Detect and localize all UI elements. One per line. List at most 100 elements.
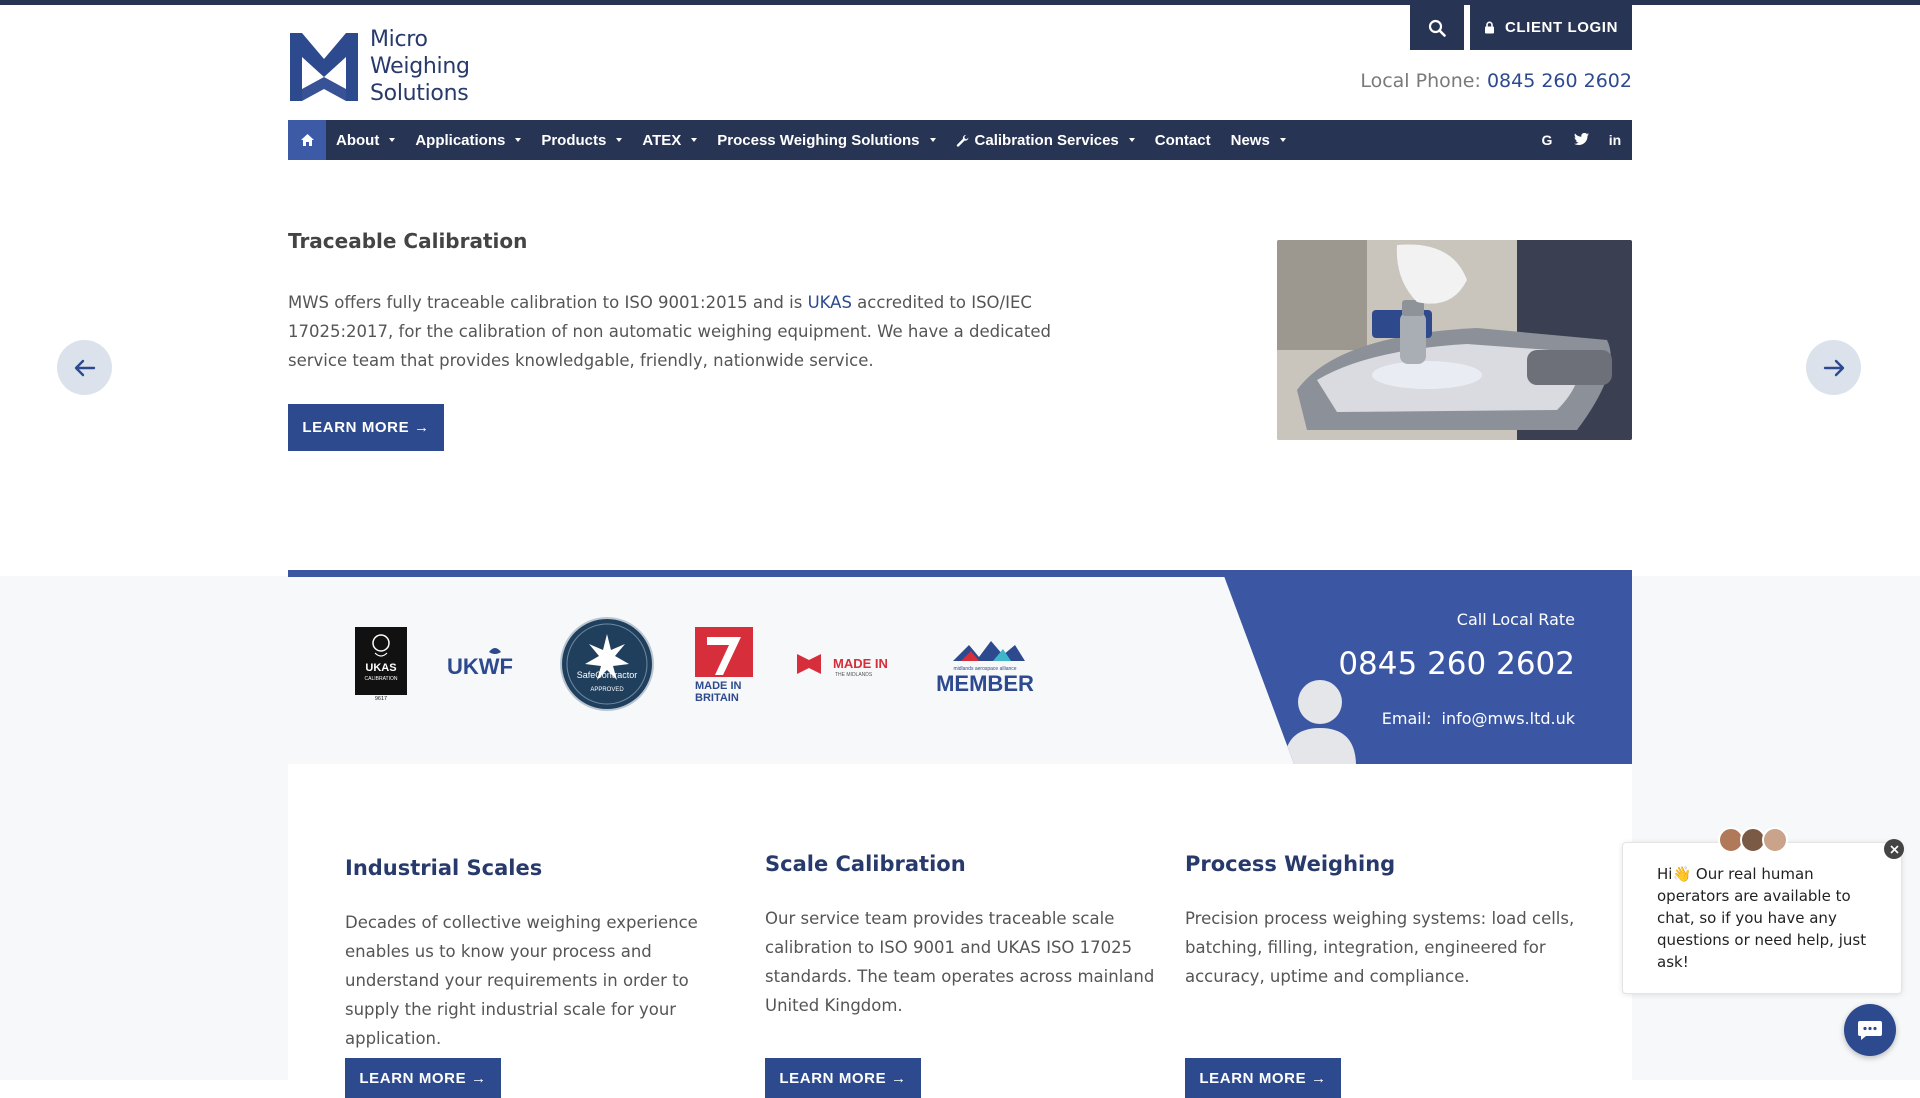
arrow-left-icon bbox=[74, 359, 95, 376]
main-nav: About Applications Products ATEX Process… bbox=[288, 120, 1632, 160]
contact-phone-number[interactable]: 0845 260 2602 bbox=[1338, 646, 1575, 682]
local-phone-label: Local Phone: bbox=[1360, 70, 1481, 92]
nav-label: Process Weighing Solutions bbox=[717, 131, 920, 149]
card-title: Process Weighing bbox=[1185, 852, 1396, 876]
card-learn-more-button[interactable]: LEARN MORE → bbox=[345, 1058, 501, 1098]
person-icon bbox=[1284, 680, 1356, 764]
band-accent-line bbox=[288, 570, 1632, 577]
nav-item-process-weighing[interactable]: Process Weighing Solutions bbox=[707, 120, 945, 160]
local-phone-number[interactable]: 0845 260 2602 bbox=[1487, 70, 1632, 92]
client-login-button[interactable]: CLIENT LOGIN bbox=[1470, 5, 1632, 50]
twitter-bird-shape bbox=[1573, 132, 1589, 146]
caret-down-icon bbox=[691, 138, 698, 142]
logo-line-3: Solutions bbox=[370, 81, 469, 106]
slide-title: Traceable Calibration bbox=[288, 229, 528, 253]
safecontractor-sub: APPROVED bbox=[590, 687, 624, 693]
britain-text: BRITAIN bbox=[695, 692, 739, 703]
logo-line-2: Weighing bbox=[370, 54, 470, 79]
email-link[interactable]: info@mws.ltd.uk bbox=[1442, 709, 1575, 728]
nav-item-contact[interactable]: Contact bbox=[1145, 120, 1221, 160]
made-in-britain-logo: MADE IN BRITAIN bbox=[693, 625, 757, 703]
chat-popup[interactable]: Hi👋 Our real human operators are availab… bbox=[1622, 842, 1902, 994]
made-in-the-midlands-logo: MADE IN THE MIDLANDS bbox=[795, 644, 897, 684]
local-phone: Local Phone: 0845 260 2602 bbox=[1360, 70, 1632, 92]
made-in-text: MADE IN bbox=[695, 680, 742, 692]
card-process-weighing: Process Weighing Precision process weigh… bbox=[1185, 852, 1575, 991]
certification-logos: UKAS CALIBRATION 9617 UKWF SafeContracto… bbox=[355, 615, 1035, 713]
nav-label: Products bbox=[541, 131, 607, 149]
close-icon bbox=[1889, 844, 1899, 854]
card-industrial-scales: Industrial Scales Decades of collective … bbox=[345, 856, 735, 1053]
chat-close-button[interactable] bbox=[1884, 839, 1904, 859]
nav-label: Contact bbox=[1154, 131, 1211, 149]
home-icon bbox=[300, 134, 314, 146]
slide-text-before: MWS offers fully traceable calibration t… bbox=[288, 293, 808, 312]
google-icon[interactable]: G bbox=[1538, 132, 1556, 148]
card-title: Scale Calibration bbox=[765, 852, 966, 876]
ukas-sub: CALIBRATION bbox=[365, 676, 398, 682]
operator-avatar bbox=[1762, 827, 1788, 853]
ukas-code: 9617 bbox=[375, 696, 387, 701]
slide-learn-more-button[interactable]: LEARN MORE → bbox=[288, 404, 444, 451]
lock-icon bbox=[1484, 21, 1494, 34]
contact-email: Email: info@mws.ltd.uk bbox=[1382, 709, 1575, 728]
mws-logo-mark bbox=[290, 32, 358, 101]
nav-item-applications[interactable]: Applications bbox=[405, 120, 531, 160]
services-cards: Industrial Scales Decades of collective … bbox=[288, 764, 1632, 1098]
nav-item-products[interactable]: Products bbox=[531, 120, 632, 160]
nav-item-news[interactable]: News bbox=[1221, 120, 1296, 160]
card-text: Precision process weighing systems: load… bbox=[1185, 909, 1575, 986]
chat-open-button[interactable] bbox=[1844, 1004, 1896, 1056]
member-text: MEMBER bbox=[936, 671, 1034, 696]
ukas-link[interactable]: UKAS bbox=[808, 293, 852, 312]
calibration-photo bbox=[1277, 240, 1632, 440]
card-learn-more-button[interactable]: LEARN MORE → bbox=[765, 1058, 921, 1098]
chat-message: Hi👋 Our real human operators are availab… bbox=[1657, 865, 1867, 971]
caret-down-icon bbox=[389, 138, 396, 142]
card-scale-calibration: Scale Calibration Our service team provi… bbox=[765, 852, 1155, 1020]
slider-next-button[interactable] bbox=[1806, 340, 1861, 395]
ukas-text: UKAS bbox=[365, 662, 396, 674]
safecontractor-text: SafeContractor bbox=[577, 670, 638, 680]
slide-description: MWS offers fully traceable calibration t… bbox=[288, 288, 1068, 375]
calibration-scene bbox=[1277, 240, 1632, 440]
call-local-rate-label: Call Local Rate bbox=[1456, 610, 1575, 629]
nav-item-calibration-services[interactable]: Calibration Services bbox=[946, 120, 1145, 160]
nav-label: Applications bbox=[415, 131, 506, 149]
ukwf-logo: UKWF bbox=[445, 644, 521, 684]
nav-label: News bbox=[1230, 131, 1270, 149]
caret-down-icon bbox=[1128, 138, 1135, 142]
search-icon bbox=[1428, 19, 1446, 37]
card-text: Our service team provides traceable scal… bbox=[765, 909, 1155, 1015]
caret-down-icon bbox=[1279, 138, 1286, 142]
linkedin-icon[interactable]: in bbox=[1606, 132, 1624, 148]
caret-down-icon bbox=[616, 138, 623, 142]
ukwf-text: UKWF bbox=[447, 654, 513, 679]
logo-line-1: Micro bbox=[370, 27, 428, 52]
nav-home-button[interactable] bbox=[288, 120, 326, 160]
card-learn-more-button[interactable]: LEARN MORE → bbox=[1185, 1058, 1341, 1098]
made-in-midlands-text: MADE IN bbox=[833, 656, 888, 671]
site-logo[interactable]: Micro Weighing Solutions bbox=[288, 26, 470, 107]
card-text: Decades of collective weighing experienc… bbox=[345, 913, 698, 1048]
nav-item-atex[interactable]: ATEX bbox=[632, 120, 707, 160]
card-title: Industrial Scales bbox=[345, 856, 543, 880]
nav-label: ATEX bbox=[642, 131, 682, 149]
arrow-right-icon bbox=[1823, 359, 1844, 376]
slider-prev-button[interactable] bbox=[57, 340, 112, 395]
caret-down-icon bbox=[929, 138, 936, 142]
nav-item-about[interactable]: About bbox=[326, 120, 405, 160]
midlands-sub: THE MIDLANDS bbox=[835, 672, 873, 678]
contact-panel: Call Local Rate 0845 260 2602 Email: inf… bbox=[1224, 576, 1632, 764]
chat-bubble-icon bbox=[1858, 1021, 1882, 1040]
social-links: G in bbox=[1538, 120, 1624, 160]
chat-operator-avatars bbox=[1718, 827, 1788, 853]
top-accent-bar bbox=[0, 0, 1920, 5]
client-login-label: CLIENT LOGIN bbox=[1504, 19, 1619, 36]
nav-label: Calibration Services bbox=[974, 131, 1119, 149]
nav-label: About bbox=[336, 131, 380, 149]
email-label: Email: bbox=[1381, 709, 1432, 728]
twitter-icon[interactable] bbox=[1572, 132, 1590, 148]
search-button[interactable] bbox=[1410, 5, 1464, 50]
safecontractor-logo: SafeContractor APPROVED bbox=[559, 616, 655, 712]
